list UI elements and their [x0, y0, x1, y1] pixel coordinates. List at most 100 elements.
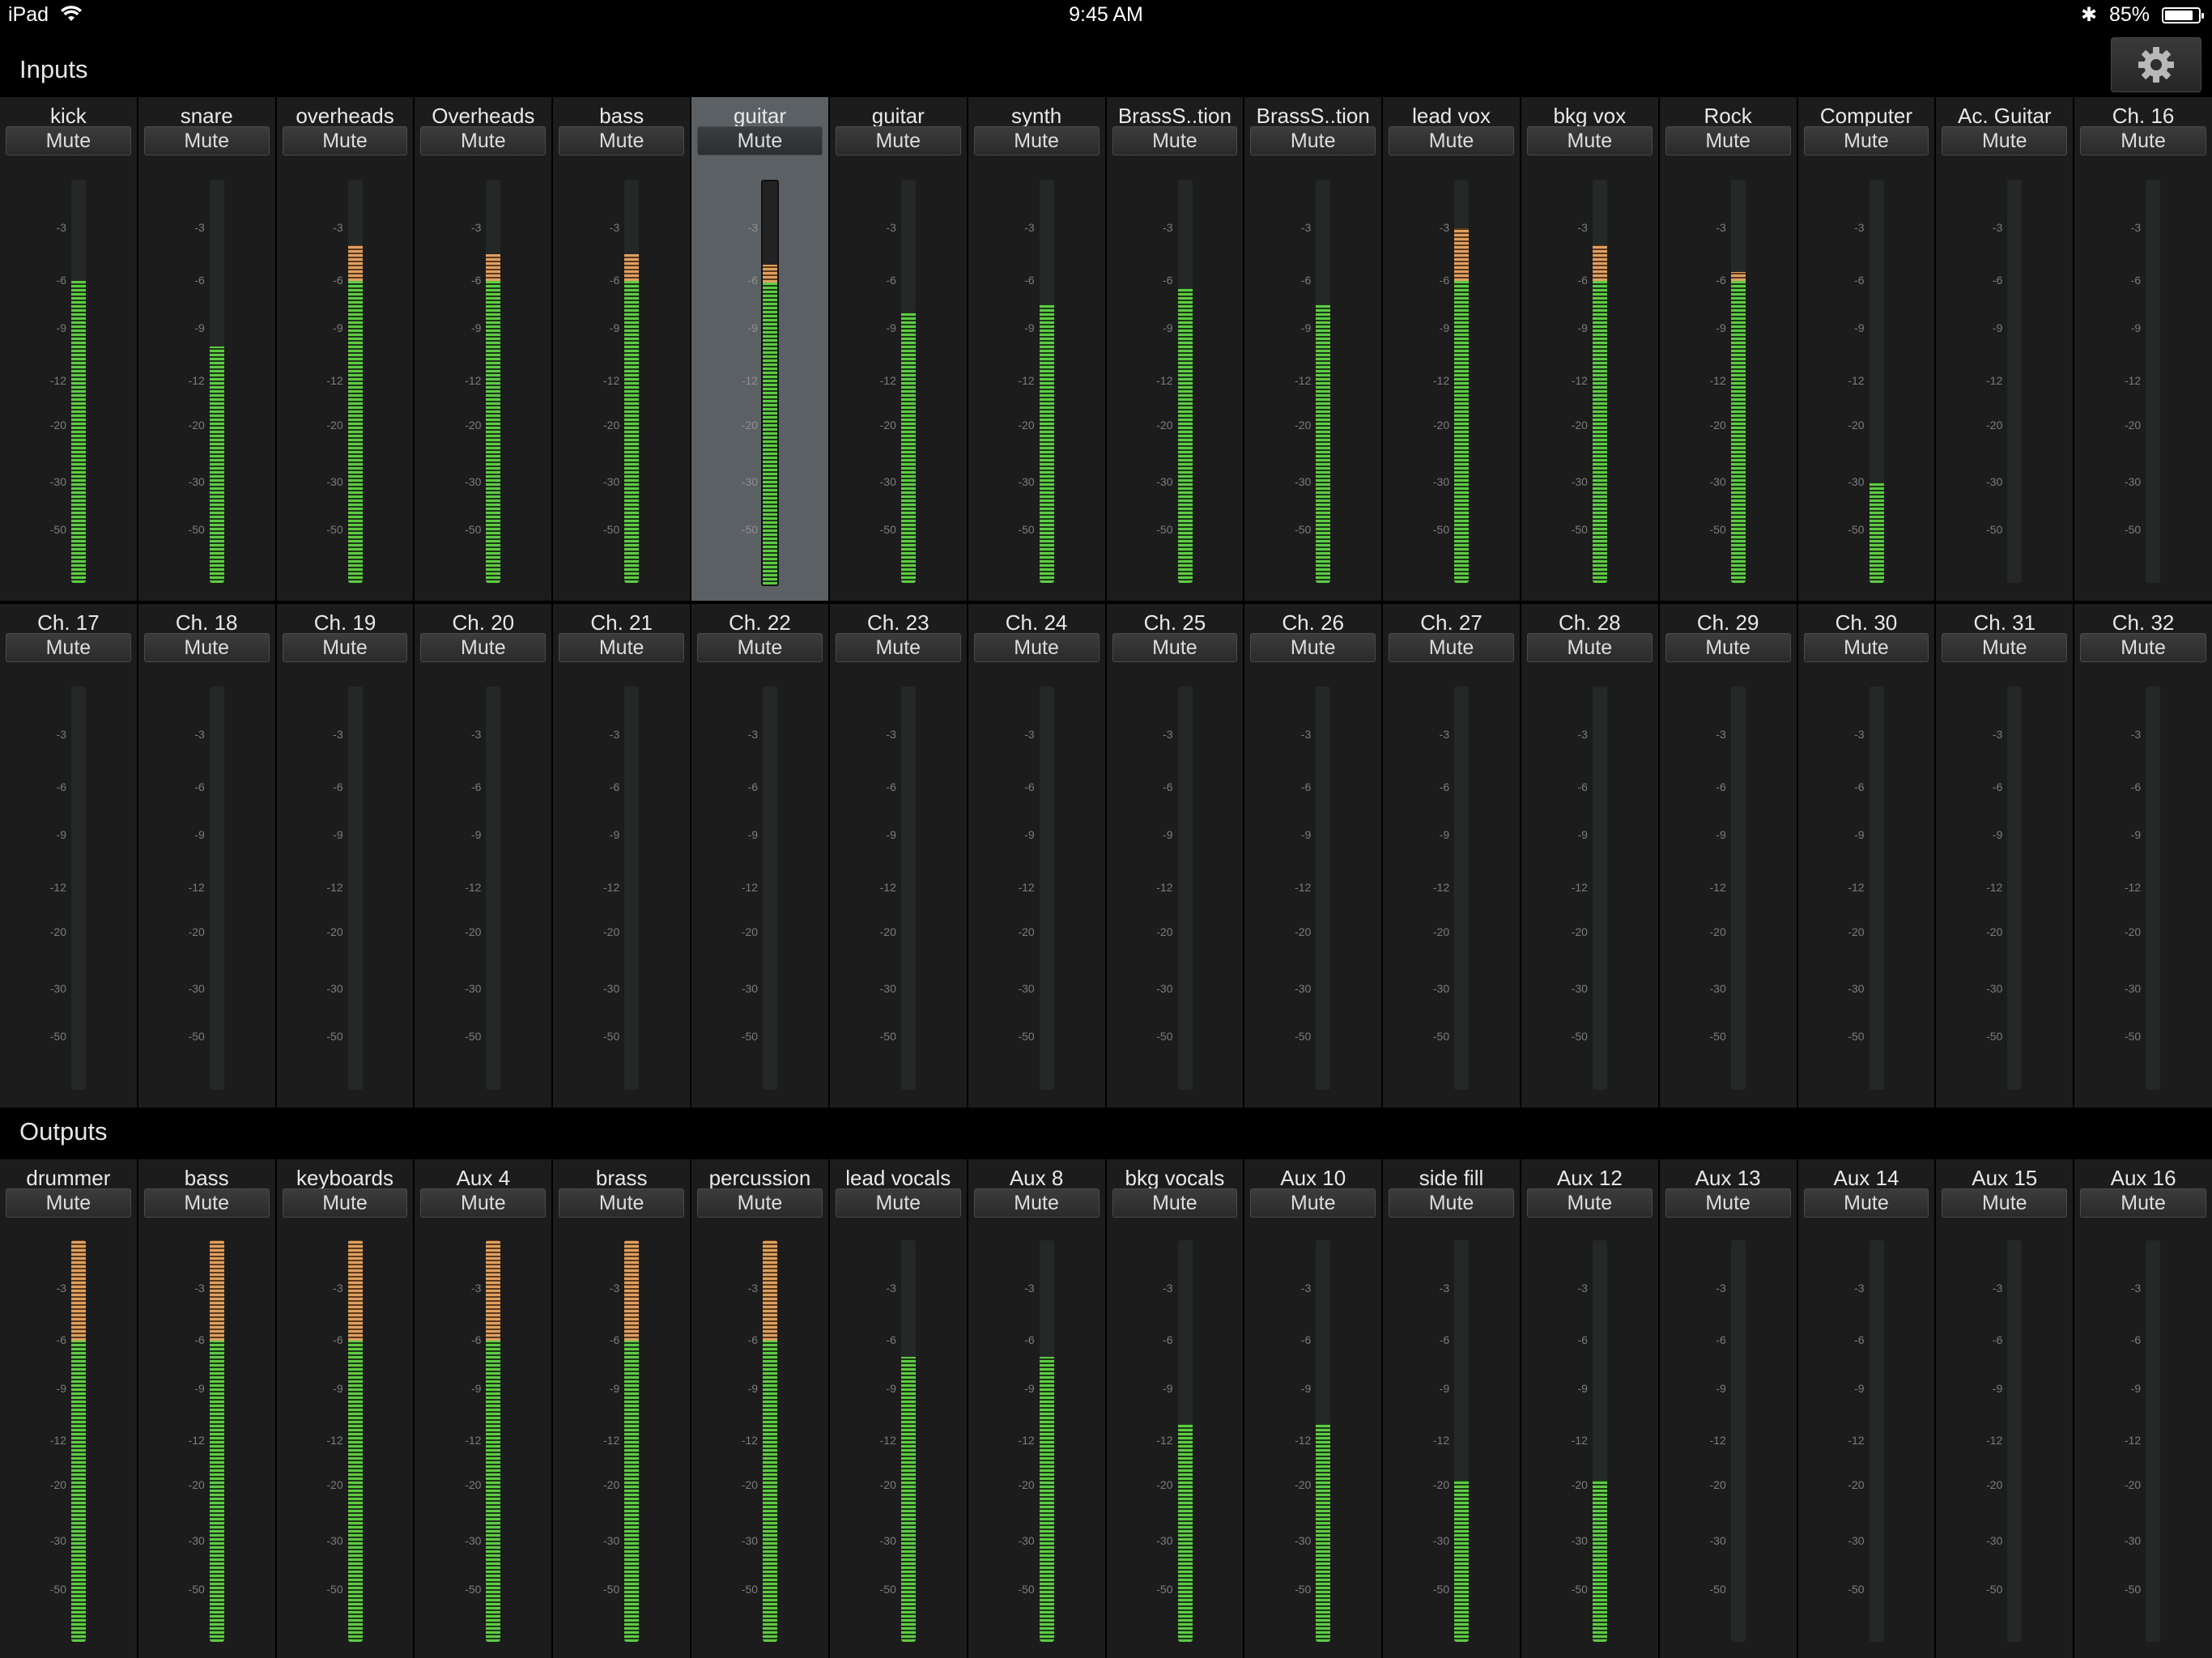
mute-button[interactable]: Mute	[1803, 633, 1929, 662]
channel-strip[interactable]: Ch. 22 Mute -3 -6 -9 -12 -20 -30 -50	[691, 604, 828, 1107]
channel-strip[interactable]: Aux 8 Mute -3 -6 -9 -12 -20 -30 -50	[968, 1159, 1105, 1658]
mute-button[interactable]: Mute	[697, 126, 823, 155]
channel-strip[interactable]: Computer Mute -3 -6 -9 -12 -20 -30 -50	[1797, 97, 1935, 601]
channel-strip[interactable]: Ch. 30 Mute -3 -6 -9 -12 -20 -30 -50	[1797, 604, 1935, 1107]
mute-button[interactable]: Mute	[973, 1188, 1100, 1218]
channel-strip[interactable]: Ch. 17 Mute -3 -6 -9 -12 -20 -30 -50	[0, 604, 137, 1107]
mute-button[interactable]: Mute	[1250, 633, 1376, 662]
mute-button[interactable]: Mute	[1803, 126, 1929, 155]
mute-button[interactable]: Mute	[559, 1188, 685, 1218]
channel-strip[interactable]: Ch. 19 Mute -3 -6 -9 -12 -20 -30 -50	[276, 604, 414, 1107]
mute-button[interactable]: Mute	[1389, 126, 1514, 155]
mute-button[interactable]: Mute	[973, 633, 1100, 662]
mute-button[interactable]: Mute	[1389, 633, 1514, 662]
mute-button[interactable]: Mute	[1665, 633, 1791, 662]
channel-strip[interactable]: Ch. 23 Mute -3 -6 -9 -12 -20 -30 -50	[829, 604, 967, 1107]
level-meter	[1177, 1240, 1193, 1642]
channel-strip[interactable]: Ch. 29 Mute -3 -6 -9 -12 -20 -30 -50	[1659, 604, 1797, 1107]
mute-button[interactable]: Mute	[6, 1188, 131, 1218]
channel-strip[interactable]: guitar Mute -3 -6 -9 -12 -20 -30 -50	[691, 97, 828, 601]
mute-button[interactable]: Mute	[1526, 633, 1653, 662]
channel-strip[interactable]: Ch. 16 Mute -3 -6 -9 -12 -20 -30 -50	[2074, 97, 2212, 601]
channel-strip[interactable]: Ch. 20 Mute -3 -6 -9 -12 -20 -30 -50	[415, 604, 552, 1107]
mute-button[interactable]: Mute	[6, 633, 131, 662]
mute-button[interactable]: Mute	[1250, 1188, 1376, 1218]
channel-strip[interactable]: BrassS..tion Mute -3 -6 -9 -12 -20 -30 -50	[1244, 97, 1382, 601]
mute-button[interactable]: Mute	[2080, 126, 2206, 155]
level-meter	[2007, 180, 2023, 583]
channel-strip[interactable]: Ch. 26 Mute -3 -6 -9 -12 -20 -30 -50	[1244, 604, 1382, 1107]
mute-button[interactable]: Mute	[1803, 1188, 1929, 1218]
mute-button[interactable]: Mute	[1112, 126, 1238, 155]
channel-strip[interactable]: Aux 14 Mute -3 -6 -9 -12 -20 -30 -50	[1797, 1159, 1935, 1658]
mute-button[interactable]: Mute	[1250, 126, 1376, 155]
mute-button[interactable]: Mute	[2080, 633, 2206, 662]
channel-strip[interactable]: Ac. Guitar Mute -3 -6 -9 -12 -20 -30 -50	[1936, 97, 2074, 601]
mute-button[interactable]: Mute	[282, 1188, 408, 1218]
channel-strip[interactable]: Aux 16 Mute -3 -6 -9 -12 -20 -30 -50	[2074, 1159, 2212, 1658]
mute-button[interactable]: Mute	[420, 633, 547, 662]
mute-button[interactable]: Mute	[559, 633, 685, 662]
settings-button[interactable]	[2111, 37, 2201, 92]
channel-strip[interactable]: lead vocals Mute -3 -6 -9 -12 -20 -30 -50	[829, 1159, 967, 1658]
mute-button[interactable]: Mute	[143, 126, 270, 155]
mute-button[interactable]: Mute	[420, 1188, 547, 1218]
channel-strip[interactable]: Ch. 24 Mute -3 -6 -9 -12 -20 -30 -50	[968, 604, 1105, 1107]
channel-strip[interactable]: drummer Mute -3 -6 -9 -12 -20 -30 -50	[0, 1159, 137, 1658]
mute-button[interactable]: Mute	[1942, 126, 2068, 155]
channel-strip[interactable]: percussion Mute -3 -6 -9 -12 -20 -30 -50	[691, 1159, 828, 1658]
channel-strip[interactable]: bkg vocals Mute -3 -6 -9 -12 -20 -30 -50	[1106, 1159, 1244, 1658]
mute-button[interactable]: Mute	[420, 126, 547, 155]
mute-button[interactable]: Mute	[1526, 126, 1653, 155]
channel-strip[interactable]: Ch. 31 Mute -3 -6 -9 -12 -20 -30 -50	[1936, 604, 2074, 1107]
mute-button[interactable]: Mute	[282, 126, 408, 155]
channel-strip[interactable]: Ch. 21 Mute -3 -6 -9 -12 -20 -30 -50	[553, 604, 691, 1107]
channel-strip[interactable]: lead vox Mute -3 -6 -9 -12 -20 -30 -50	[1383, 97, 1520, 601]
channel-strip[interactable]: Aux 10 Mute -3 -6 -9 -12 -20 -30 -50	[1244, 1159, 1382, 1658]
mute-button[interactable]: Mute	[1526, 1188, 1653, 1218]
mute-button[interactable]: Mute	[1942, 1188, 2068, 1218]
channel-strip[interactable]: kick Mute -3 -6 -9 -12 -20 -30 -50	[0, 97, 137, 601]
mute-button[interactable]: Mute	[1665, 126, 1791, 155]
channel-strip[interactable]: keyboards Mute -3 -6 -9 -12 -20 -30 -50	[276, 1159, 414, 1658]
channel-strip[interactable]: Ch. 27 Mute -3 -6 -9 -12 -20 -30 -50	[1383, 604, 1520, 1107]
channel-strip[interactable]: synth Mute -3 -6 -9 -12 -20 -30 -50	[968, 97, 1105, 601]
mute-button[interactable]: Mute	[697, 1188, 823, 1218]
channel-strip[interactable]: bass Mute -3 -6 -9 -12 -20 -30 -50	[138, 1159, 275, 1658]
channel-strip[interactable]: Aux 13 Mute -3 -6 -9 -12 -20 -30 -50	[1659, 1159, 1797, 1658]
mute-button[interactable]: Mute	[143, 1188, 270, 1218]
channel-strip[interactable]: snare Mute -3 -6 -9 -12 -20 -30 -50	[138, 97, 275, 601]
mute-button[interactable]: Mute	[282, 633, 408, 662]
mute-button[interactable]: Mute	[1112, 633, 1238, 662]
mute-button[interactable]: Mute	[973, 126, 1100, 155]
mute-button[interactable]: Mute	[1665, 1188, 1791, 1218]
channel-strip[interactable]: Ch. 32 Mute -3 -6 -9 -12 -20 -30 -50	[2074, 604, 2212, 1107]
channel-strip[interactable]: overheads Mute -3 -6 -9 -12 -20 -30 -50	[276, 97, 414, 601]
channel-strip[interactable]: Aux 12 Mute -3 -6 -9 -12 -20 -30 -50	[1521, 1159, 1658, 1658]
channel-strip[interactable]: bkg vox Mute -3 -6 -9 -12 -20 -30 -50	[1521, 97, 1658, 601]
mute-button[interactable]: Mute	[697, 633, 823, 662]
channel-strip[interactable]: BrassS..tion Mute -3 -6 -9 -12 -20 -30 -50	[1106, 97, 1244, 601]
channel-strip[interactable]: side fill Mute -3 -6 -9 -12 -20 -30 -50	[1383, 1159, 1520, 1658]
channel-strip[interactable]: Ch. 25 Mute -3 -6 -9 -12 -20 -30 -50	[1106, 604, 1244, 1107]
mute-button[interactable]: Mute	[1942, 633, 2068, 662]
mute-button[interactable]: Mute	[6, 126, 131, 155]
channel-strip[interactable]: Rock Mute -3 -6 -9 -12 -20 -30 -50	[1659, 97, 1797, 601]
channel-strip[interactable]: Overheads Mute -3 -6 -9 -12 -20 -30 -50	[415, 97, 552, 601]
mute-button[interactable]: Mute	[835, 126, 961, 155]
channel-strip[interactable]: Ch. 18 Mute -3 -6 -9 -12 -20 -30 -50	[138, 604, 275, 1107]
mute-button[interactable]: Mute	[559, 126, 685, 155]
mute-button[interactable]: Mute	[835, 633, 961, 662]
channel-strip[interactable]: Aux 15 Mute -3 -6 -9 -12 -20 -30 -50	[1936, 1159, 2074, 1658]
channel-strip[interactable]: Ch. 28 Mute -3 -6 -9 -12 -20 -30 -50	[1521, 604, 1658, 1107]
channel-strip[interactable]: Aux 4 Mute -3 -6 -9 -12 -20 -30 -50	[415, 1159, 552, 1658]
mute-button[interactable]: Mute	[2080, 1188, 2206, 1218]
channel-strip[interactable]: guitar Mute -3 -6 -9 -12 -20 -30 -50	[829, 97, 967, 601]
mute-button[interactable]: Mute	[1389, 1188, 1514, 1218]
mute-button[interactable]: Mute	[1112, 1188, 1238, 1218]
mute-button[interactable]: Mute	[143, 633, 270, 662]
channel-strip[interactable]: bass Mute -3 -6 -9 -12 -20 -30 -50	[553, 97, 691, 601]
channel-strip[interactable]: brass Mute -3 -6 -9 -12 -20 -30 -50	[553, 1159, 691, 1658]
meter-scale-label: -3	[1300, 220, 1312, 234]
mute-button[interactable]: Mute	[835, 1188, 961, 1218]
